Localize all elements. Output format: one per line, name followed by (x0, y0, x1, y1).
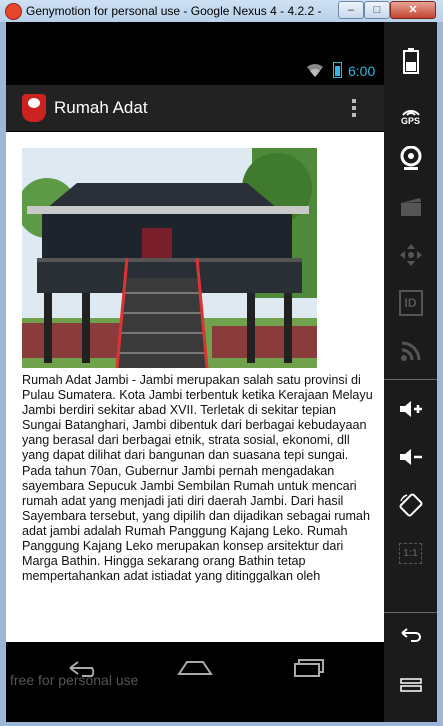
rss-icon (390, 332, 431, 370)
device-id-icon: ID (390, 284, 431, 322)
scale-icon: 1:1 (390, 534, 431, 572)
navigation-bar: free for personal use (6, 642, 384, 722)
overflow-menu-icon[interactable] (350, 99, 358, 119)
window-border-right (437, 22, 443, 726)
webcam-icon[interactable] (390, 140, 431, 178)
close-button[interactable]: ✕ (390, 1, 436, 19)
wifi-icon (307, 63, 323, 77)
dpad-icon (390, 236, 431, 274)
action-bar: Rumah Adat (6, 85, 384, 131)
rumah-adat-image (22, 148, 317, 368)
rotate-icon[interactable] (390, 486, 431, 524)
side-back-icon[interactable] (390, 616, 431, 654)
article-content[interactable]: Rumah Adat Jambi - Jambi merupakan salah… (6, 132, 384, 642)
status-clock: 6:00 (348, 63, 376, 79)
nav-recent-apps-icon[interactable] (287, 656, 327, 680)
article-text: Rumah Adat Jambi - Jambi merupakan salah… (22, 373, 373, 584)
screencast-icon (390, 188, 431, 226)
nav-home-icon[interactable] (175, 656, 215, 680)
maximize-button[interactable]: □ (364, 1, 390, 19)
device-screen: 6:00 Rumah Adat Rumah Adat Jambi - Jambi… (6, 22, 384, 722)
side-menu-icon[interactable] (390, 666, 431, 704)
side-panel-divider (384, 612, 437, 613)
gps-widget-icon[interactable]: GPS (390, 90, 431, 128)
nav-back-icon[interactable] (64, 656, 104, 680)
battery-widget-icon[interactable] (390, 42, 431, 80)
battery-status-icon (333, 62, 342, 78)
volume-up-icon[interactable] (390, 390, 431, 428)
app-title: Rumah Adat (54, 98, 148, 117)
window-titlebar: Genymotion for personal use - Google Nex… (0, 0, 443, 23)
status-bar: 6:00 (6, 60, 384, 82)
side-panel-divider (384, 379, 437, 380)
scale-label: 1:1 (399, 542, 422, 564)
gps-label: GPS (400, 116, 420, 126)
app-logo-icon[interactable] (22, 94, 46, 122)
genymotion-side-panel: GPS ID 1:1 (384, 22, 437, 722)
volume-down-icon[interactable] (390, 438, 431, 476)
minimize-button[interactable]: – (338, 1, 364, 19)
genymotion-logo-icon (5, 3, 22, 20)
id-label: ID (398, 290, 423, 316)
window-title: Genymotion for personal use - Google Nex… (26, 4, 322, 18)
